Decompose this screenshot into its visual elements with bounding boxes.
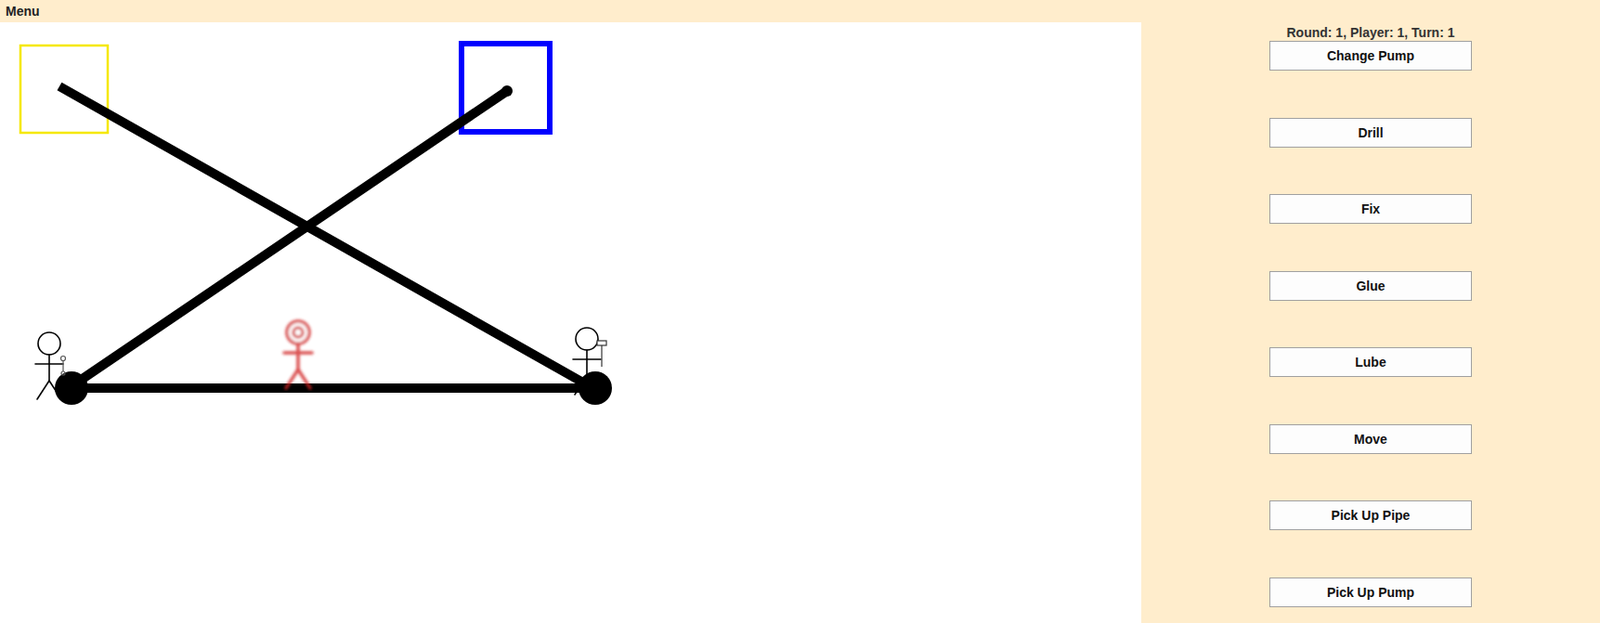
action-button[interactable]: Move [1269, 424, 1472, 455]
action-list: Change Pump Drill Fix Glue Lube Move Pick Up P… [1269, 40, 1472, 608]
turn-status: Round: 1, Player: 1, Turn: 1 [1287, 24, 1456, 41]
pipe-line [59, 86, 590, 387]
pump[interactable] [54, 371, 89, 405]
action-button[interactable]: Pick Up Pump [1269, 577, 1472, 608]
pipe-line [71, 383, 598, 393]
pipe-end [501, 85, 513, 97]
pipe[interactable] [71, 388, 598, 390]
game-board[interactable] [0, 22, 1142, 623]
pipe[interactable] [59, 86, 590, 387]
action-button[interactable]: Change Pump [1269, 40, 1472, 71]
wrench-icon [61, 356, 66, 377]
board-canvas[interactable] [0, 22, 1142, 623]
action-button[interactable]: Pick Up Pipe [1269, 500, 1472, 531]
pump-node [54, 371, 89, 405]
player-figure[interactable] [284, 321, 313, 389]
pipe-line [71, 91, 508, 387]
pump[interactable] [578, 371, 612, 405]
action-panel: Round: 1, Player: 1, Turn: 1 Change Pump… [1141, 22, 1600, 623]
menu-bar: Menu [0, 0, 1600, 23]
area-border [461, 43, 550, 132]
action-button[interactable]: Drill [1269, 117, 1472, 148]
hammer-icon [597, 340, 607, 367]
player-figure[interactable] [35, 332, 64, 400]
player-figure[interactable] [572, 327, 601, 395]
area-field[interactable] [461, 43, 550, 132]
pipe[interactable] [71, 85, 513, 387]
action-button[interactable]: Fix [1269, 194, 1472, 224]
action-button[interactable]: Glue [1269, 271, 1472, 301]
menu-button[interactable]: Menu [5, 2, 40, 20]
pump-node [578, 371, 612, 405]
action-button[interactable]: Lube [1269, 347, 1472, 378]
